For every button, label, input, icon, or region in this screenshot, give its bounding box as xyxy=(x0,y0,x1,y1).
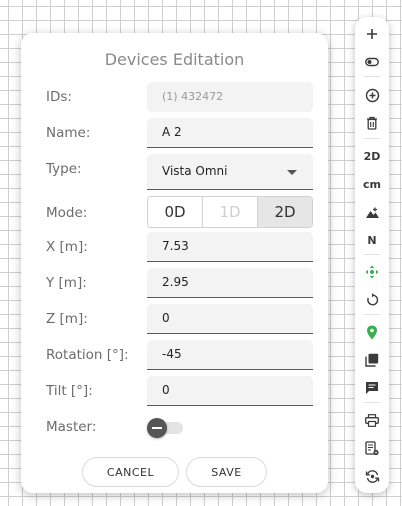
add-device-button[interactable] xyxy=(355,84,389,106)
devices-dialog: Devices Editation IDs: (1) 432472 Name: … xyxy=(21,33,328,493)
toggle-icon xyxy=(365,57,379,67)
rotate-icon xyxy=(367,293,379,306)
mode-1d-button[interactable]: 1D xyxy=(202,197,257,227)
rotation-label: Rotation [°]: xyxy=(46,347,129,363)
add-tool-button[interactable] xyxy=(355,23,389,45)
mode-0d-button[interactable]: 0D xyxy=(148,197,202,227)
move-arrows-icon xyxy=(365,265,379,279)
sync-button[interactable] xyxy=(355,465,389,487)
toggle-tool-button[interactable] xyxy=(355,51,389,73)
add-circle-icon xyxy=(365,88,379,102)
name-label: Name: xyxy=(46,125,91,141)
toolbar-divider xyxy=(363,138,381,139)
mode-row: Mode: 0D 1D 2D xyxy=(21,196,328,228)
settings-list-icon xyxy=(365,440,379,455)
toggle-thumb xyxy=(147,418,167,438)
view-2d-button[interactable]: 2D xyxy=(355,145,389,167)
rotate-button[interactable] xyxy=(355,289,389,311)
right-toolbar: 2D cm N xyxy=(355,17,389,493)
mode-toggle-group: 0D 1D 2D xyxy=(147,196,313,228)
x-row: X [m]: 7.53 xyxy=(21,232,328,262)
layers-button[interactable] xyxy=(355,349,389,371)
type-select-value: Vista Omni xyxy=(162,164,228,178)
save-button[interactable]: SAVE xyxy=(186,457,267,487)
comment-icon xyxy=(366,382,378,394)
print-button[interactable] xyxy=(355,409,389,431)
print-icon xyxy=(365,413,379,427)
plus-icon xyxy=(367,29,377,39)
type-select[interactable]: Vista Omni xyxy=(147,154,313,190)
units-label: cm xyxy=(363,177,381,191)
view-2d-label: 2D xyxy=(363,149,381,163)
layers-icon xyxy=(365,353,379,367)
y-input[interactable]: 2.95 xyxy=(147,268,313,298)
tilt-input[interactable]: 0 xyxy=(147,376,313,406)
chevron-down-icon xyxy=(287,170,297,175)
toolbar-divider xyxy=(363,402,381,403)
north-button[interactable]: N xyxy=(355,229,389,251)
toolbar-divider xyxy=(363,76,381,77)
terrain-icon xyxy=(365,207,379,218)
location-button[interactable] xyxy=(355,321,389,343)
mode-2d-button[interactable]: 2D xyxy=(257,197,312,227)
y-label: Y [m]: xyxy=(46,275,87,291)
ids-label: IDs: xyxy=(46,89,72,105)
move-button[interactable] xyxy=(355,261,389,283)
z-input[interactable]: 0 xyxy=(147,304,313,334)
comment-button[interactable] xyxy=(355,377,389,399)
ids-field: (1) 432472 xyxy=(147,82,313,112)
mode-label: Mode: xyxy=(46,205,88,221)
units-button[interactable]: cm xyxy=(355,173,389,195)
toolbar-divider xyxy=(363,254,381,255)
dialog-title: Devices Editation xyxy=(104,50,245,69)
north-label: N xyxy=(367,233,377,247)
ids-row: IDs: (1) 432472 xyxy=(21,82,328,112)
master-label: Master: xyxy=(46,419,97,435)
sync-icon xyxy=(365,469,379,483)
terrain-button[interactable] xyxy=(355,201,389,223)
z-label: Z [m]: xyxy=(46,311,88,327)
type-label: Type: xyxy=(46,161,82,177)
z-row: Z [m]: 0 xyxy=(21,304,328,334)
master-row: Master: xyxy=(21,412,328,442)
x-label: X [m]: xyxy=(46,239,88,255)
settings-list-button[interactable] xyxy=(355,437,389,459)
y-row: Y [m]: 2.95 xyxy=(21,268,328,298)
name-input[interactable]: A 2 xyxy=(147,118,313,148)
cancel-button[interactable]: CANCEL xyxy=(82,457,179,487)
tilt-label: Tilt [°]: xyxy=(46,383,93,399)
rotation-input[interactable]: -45 xyxy=(147,340,313,370)
x-input[interactable]: 7.53 xyxy=(147,232,313,262)
tilt-row: Tilt [°]: 0 xyxy=(21,376,328,406)
delete-button[interactable] xyxy=(355,112,389,134)
name-row: Name: A 2 xyxy=(21,118,328,148)
rotation-row: Rotation [°]: -45 xyxy=(21,340,328,370)
location-pin-icon xyxy=(367,325,377,339)
toolbar-divider xyxy=(363,314,381,315)
type-row: Type: Vista Omni xyxy=(21,154,328,190)
trash-icon xyxy=(367,116,377,130)
